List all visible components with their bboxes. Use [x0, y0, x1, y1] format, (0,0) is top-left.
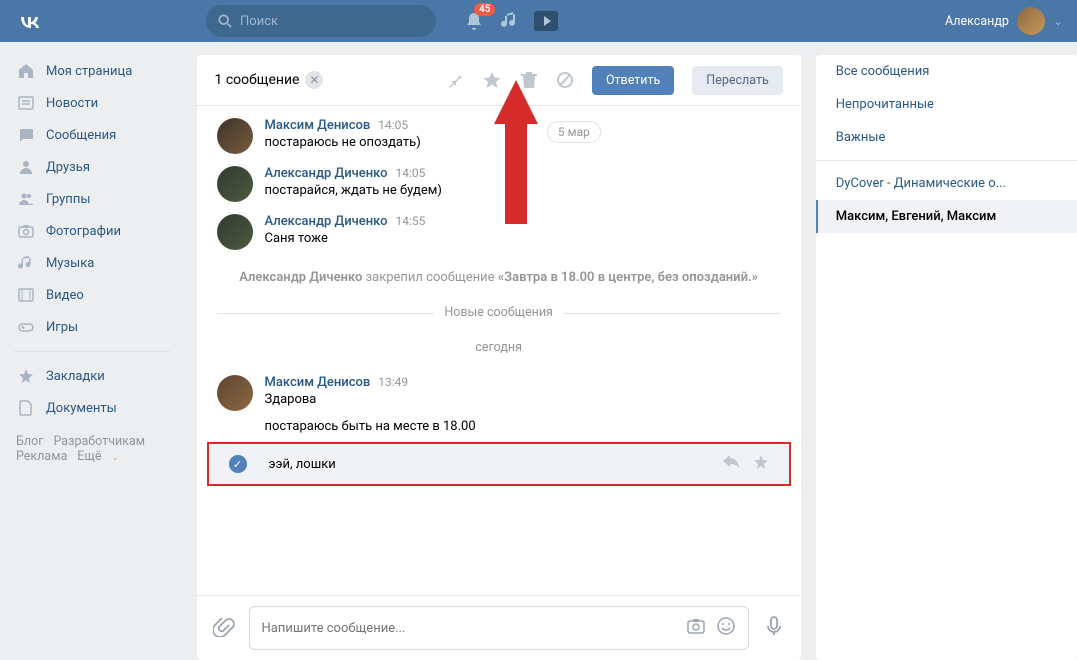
search-input[interactable]: [240, 14, 424, 29]
chat-header: 1 сообщение ✕ Ответить Переслать: [197, 55, 801, 106]
reply-arrow-icon[interactable]: [723, 454, 739, 474]
photo-icon[interactable]: [686, 616, 706, 640]
sidebar-item-profile[interactable]: Моя страница: [8, 55, 176, 87]
search-box[interactable]: [206, 5, 436, 37]
header-user[interactable]: Александр ⌄: [945, 7, 1063, 35]
username: Александр: [945, 14, 1009, 29]
vk-logo[interactable]: [16, 7, 44, 35]
message-time: 14:55: [396, 214, 426, 228]
close-icon[interactable]: ✕: [305, 71, 323, 89]
message-avatar: [217, 375, 253, 411]
compose-input[interactable]: [262, 621, 678, 636]
pin-icon[interactable]: [446, 71, 464, 89]
message-text: постараюсь быть на месте в 18.00: [265, 419, 781, 434]
sidebar-item-photos[interactable]: Фотографии: [8, 215, 176, 247]
message-author[interactable]: Александр Диченко: [265, 166, 388, 181]
sidebar-item-video[interactable]: Видео: [8, 279, 176, 311]
new-messages-divider: Новые сообщения: [197, 299, 801, 326]
emoji-icon[interactable]: [716, 616, 736, 640]
filter-important[interactable]: Важные: [816, 121, 1077, 154]
message-row[interactable]: Александр Диченко 14:55 Саня тоже: [197, 208, 801, 256]
home-icon: [16, 61, 36, 81]
message-avatar: [217, 118, 253, 154]
pinned-notice: Александр Диченко закрепил сообщение «За…: [197, 256, 801, 299]
users-icon: [16, 189, 36, 209]
sidebar-item-friends[interactable]: Друзья: [8, 151, 176, 183]
message-avatar: [217, 214, 253, 250]
message-text: Саня тоже: [265, 231, 781, 246]
sidebar-item-documents[interactable]: Документы: [8, 392, 176, 424]
compose-input-wrap[interactable]: [249, 606, 749, 650]
star-action-icon[interactable]: [482, 70, 502, 90]
divider: [14, 351, 170, 352]
star-msg-icon[interactable]: [753, 454, 769, 474]
filter-conv2[interactable]: Максим, Евгений, Максим: [816, 200, 1077, 233]
chat-icon: [16, 125, 36, 145]
sidebar-item-news[interactable]: Новости: [8, 87, 176, 119]
selected-text: ээй, лошки: [269, 457, 723, 472]
header: 45 Александр ⌄: [0, 0, 1077, 42]
filter-panel: Все сообщения Непрочитанные Важные DyCov…: [816, 55, 1077, 660]
user-icon: [16, 157, 36, 177]
filter-all[interactable]: Все сообщения: [816, 55, 1077, 88]
check-icon: ✓: [229, 455, 247, 473]
message-author[interactable]: Александр Диченко: [265, 214, 388, 229]
reply-button[interactable]: Ответить: [592, 66, 674, 95]
footer-more[interactable]: Ещё: [77, 449, 101, 464]
message-row[interactable]: Максим Денисов 14:05 постараюсь не опозда…: [197, 106, 801, 160]
trash-icon[interactable]: [520, 71, 538, 89]
message-row[interactable]: Александр Диченко 14:05 постарайся, ждать…: [197, 160, 801, 208]
doc-icon: [16, 398, 36, 418]
music-note-icon: [16, 253, 36, 273]
chat-body: 5 мар Максим Денисов 14:05 постараюсь не …: [197, 106, 801, 596]
message-time: 13:49: [378, 375, 408, 389]
footer-ads[interactable]: Реклама: [16, 449, 67, 464]
selection-count: 1 сообщение: [215, 72, 300, 88]
message-time: 14:05: [378, 118, 408, 132]
chat-panel: 1 сообщение ✕ Ответить Переслать 5 мар М…: [197, 55, 801, 660]
video-icon[interactable]: [534, 9, 558, 33]
news-icon: [16, 93, 36, 113]
sidebar-item-games[interactable]: Игры: [8, 311, 176, 343]
filter-unread[interactable]: Непрочитанные: [816, 88, 1077, 121]
message-time: 14:05: [396, 166, 426, 180]
sidebar-item-music[interactable]: Музыка: [8, 247, 176, 279]
music-icon[interactable]: [498, 9, 522, 33]
message-row[interactable]: Максим Денисов 13:49 Здарова постараюсь б…: [197, 369, 801, 440]
message-text: постараюсь не опоздать): [265, 135, 781, 150]
camera-icon: [16, 221, 36, 241]
message-avatar: [217, 166, 253, 202]
notification-badge: 45: [474, 3, 495, 16]
footer-dev[interactable]: Разработчикам: [53, 434, 145, 449]
header-icons: 45: [462, 9, 558, 33]
sidebar-item-groups[interactable]: Группы: [8, 183, 176, 215]
message-text: Здарова: [265, 392, 781, 407]
notifications-icon[interactable]: 45: [462, 9, 486, 33]
message-author[interactable]: Максим Денисов: [265, 118, 371, 133]
sidebar: Моя страница Новости Сообщения Друзья Гр…: [8, 55, 182, 660]
avatar: [1017, 7, 1045, 35]
film-icon: [16, 285, 36, 305]
sidebar-footer: БлогРазработчикам РекламаЕщё⌄: [8, 424, 176, 474]
spam-icon[interactable]: [556, 71, 574, 89]
star-icon: [16, 366, 36, 386]
message-author[interactable]: Максим Денисов: [265, 375, 371, 390]
selected-message[interactable]: ✓ ээй, лошки: [207, 442, 791, 486]
forward-button[interactable]: Переслать: [692, 66, 782, 95]
date-chip: 5 мар: [547, 121, 601, 143]
footer-blog[interactable]: Блог: [16, 434, 43, 449]
message-text: постарайся, ждать не будем): [265, 183, 781, 198]
mic-icon[interactable]: [763, 615, 785, 641]
composer: [197, 596, 801, 660]
date-today: сегодня: [197, 326, 801, 369]
search-icon: [218, 14, 232, 28]
gamepad-icon: [16, 317, 36, 337]
filter-conv1[interactable]: DyCover - Динамические о...: [816, 167, 1077, 200]
attach-icon[interactable]: [213, 615, 235, 641]
sidebar-item-messages[interactable]: Сообщения: [8, 119, 176, 151]
chevron-down-icon: ⌄: [1053, 14, 1063, 28]
divider: [816, 160, 1077, 161]
sidebar-item-bookmarks[interactable]: Закладки: [8, 360, 176, 392]
